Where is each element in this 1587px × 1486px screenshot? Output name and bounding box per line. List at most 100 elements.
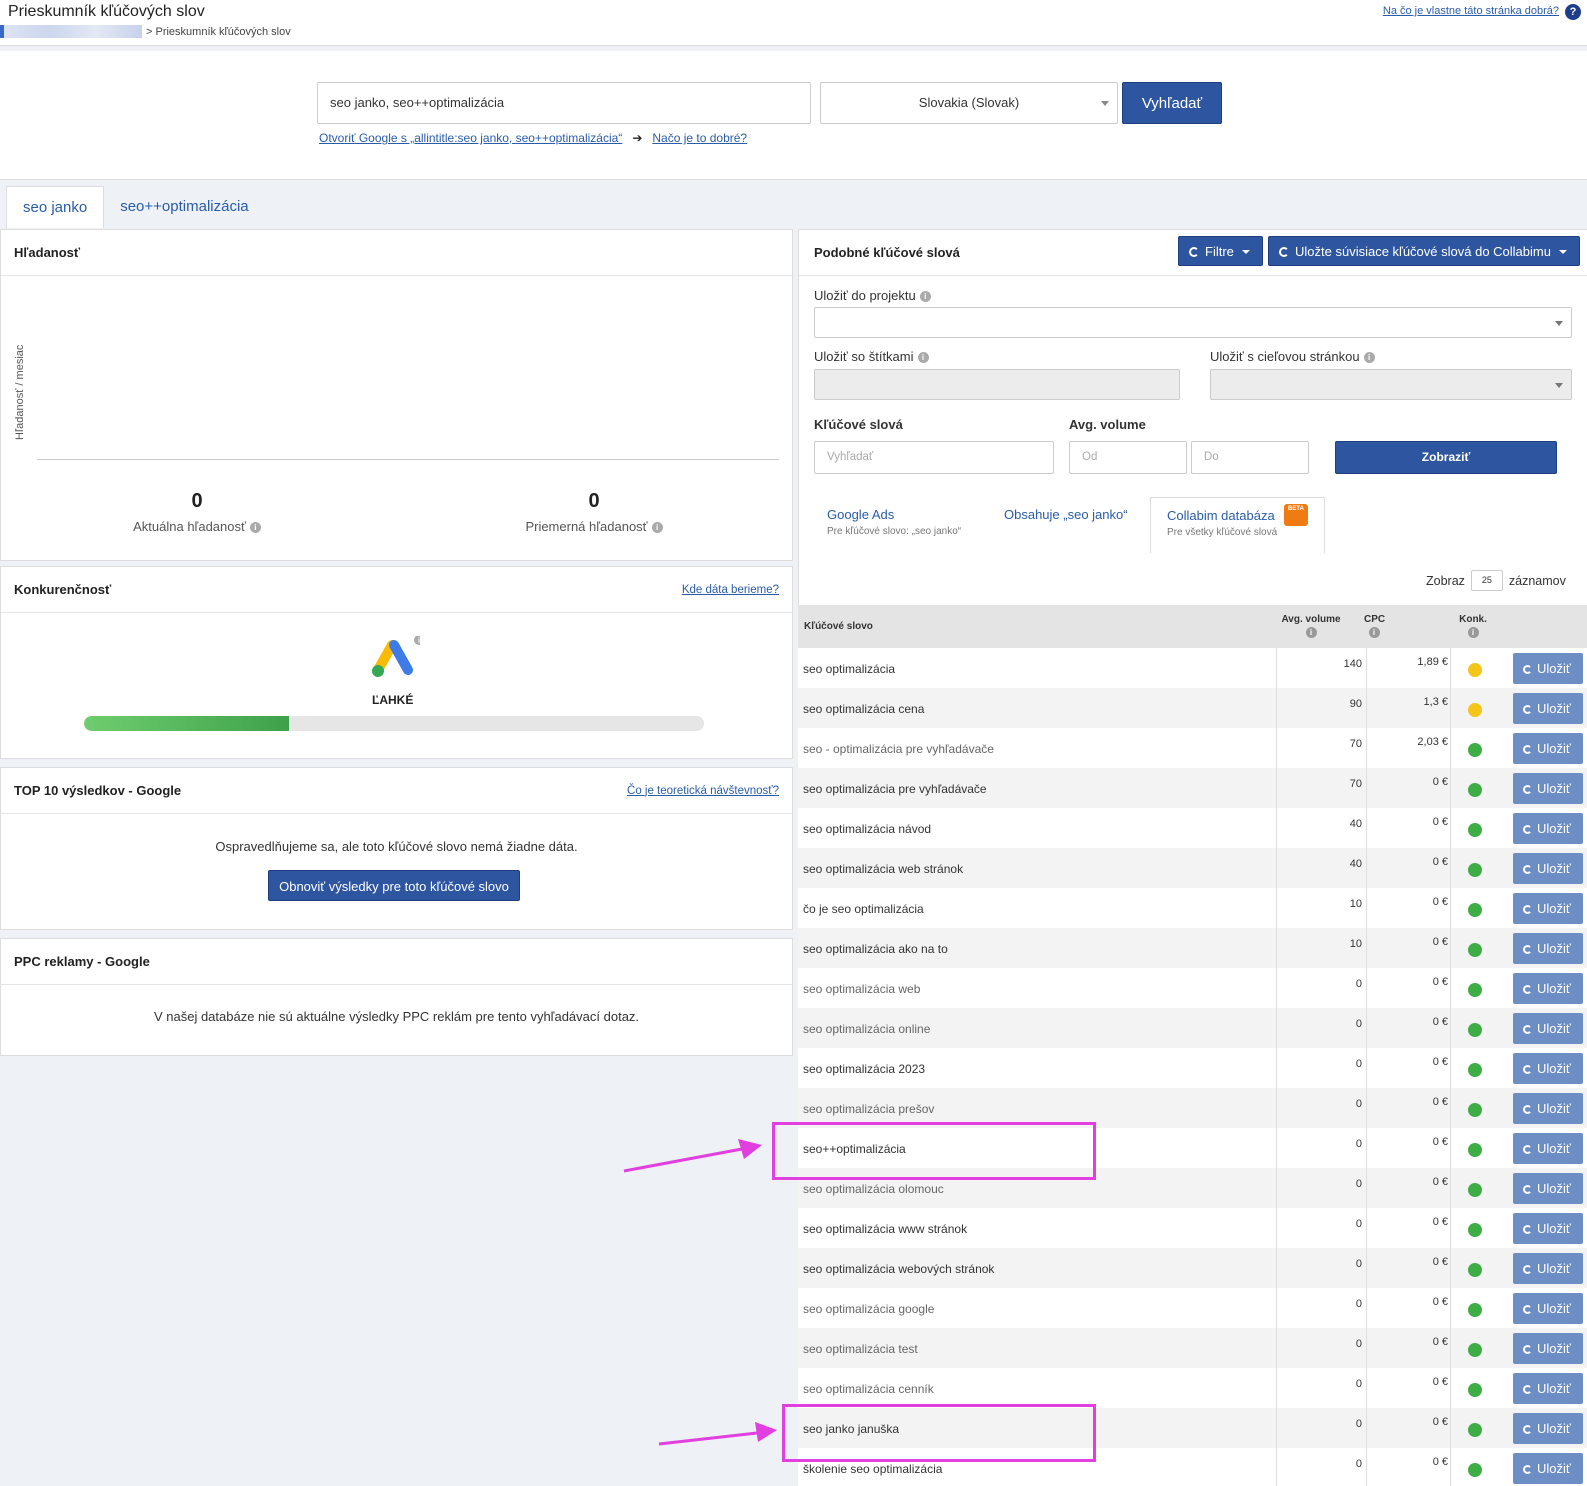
table-row: seo optimalizácia návod 40 0 € Uložiť [798,808,1587,848]
save-keyword-button[interactable]: Uložiť [1513,1453,1583,1484]
save-keyword-button[interactable]: Uložiť [1513,1013,1583,1044]
column-separator [1450,1368,1451,1408]
target-page-label: Uložiť s cieľovou stránkou i [1210,349,1375,364]
project-label-text: Uložiť do projektu [814,288,916,303]
tab-google-ads[interactable]: Google Ads Pre kľúčové slovo: „seo janko… [811,497,977,553]
volume-to-input[interactable]: Do [1191,441,1309,474]
save-keyword-button[interactable]: Uložiť [1513,973,1583,1004]
column-separator [1450,728,1451,768]
target-page-label-text: Uložiť s cieľovou stránkou [1210,349,1360,364]
target-page-select[interactable] [1210,369,1572,400]
save-keyword-button[interactable]: Uložiť [1513,853,1583,884]
breadcrumb-home-link[interactable] [0,25,142,38]
save-keyword-button[interactable]: Uložiť [1513,1293,1583,1324]
tab-google-ads-title: Google Ads [827,507,895,522]
row-keyword: seo optimalizácia test [803,1342,918,1356]
breadcrumb: > Prieskumník kľúčových slov [0,25,291,38]
traffic-info-link[interactable]: Čo je teoretická návštevnosť? [627,785,779,797]
tags-input[interactable] [814,369,1180,400]
column-separator [1366,888,1367,928]
competition-bar [84,716,704,731]
save-keyword-button[interactable]: Uložiť [1513,813,1583,844]
column-separator [1366,768,1367,808]
column-competition[interactable]: Konk. i [1458,614,1488,638]
volume-from-input[interactable]: Od [1069,441,1187,474]
tab-seo-janko[interactable]: seo janko [6,186,105,228]
keywords-filter-input[interactable]: Vyhľadať [814,441,1054,474]
row-avg-volume: 0 [1355,1018,1362,1030]
help-link[interactable]: Na čo je vlastne táto stránka dobrá? [1383,5,1559,17]
row-avg-volume: 70 [1349,778,1362,790]
column-separator [1450,1448,1451,1486]
column-separator [1450,768,1451,808]
country-select[interactable]: Slovakia (Slovak) [820,82,1118,124]
save-all-keywords-button[interactable]: Uložte súvisiace kľúčové slová do Collab… [1268,236,1580,266]
search-input[interactable]: seo janko, seo++optimalizácia [317,82,811,124]
competition-dot-icon [1468,1223,1482,1237]
save-keyword-button[interactable]: Uložiť [1513,1373,1583,1404]
page-size-input[interactable]: 25 [1470,570,1503,591]
save-keyword-button[interactable]: Uložiť [1513,1053,1583,1084]
save-keyword-label: Uložiť [1537,1341,1571,1356]
row-keyword: seo optimalizácia web stránok [803,862,964,876]
table-row: seo - optimalizácia pre vyhľadávače 70 2,0… [798,728,1587,768]
info-icon[interactable]: i [1368,627,1380,638]
save-keyword-button[interactable]: Uložiť [1513,1093,1583,1124]
open-google-link[interactable]: Otvoriť Google s „allintitle:seo janko, … [319,131,622,145]
column-cpc[interactable]: CPC i [1364,614,1385,638]
save-keyword-button[interactable]: Uložiť [1513,1413,1583,1444]
project-select[interactable] [814,307,1572,338]
row-avg-volume: 90 [1349,698,1362,710]
save-keyword-button[interactable]: Uložiť [1513,693,1583,724]
row-keyword: seo optimalizácia prešov [803,1102,935,1116]
project-label: Uložiť do projektu i [814,288,931,303]
tab-seo-optimalizacia[interactable]: seo++optimalizácia [104,186,264,228]
chevron-down-icon [1241,250,1250,254]
save-keyword-button[interactable]: Uložiť [1513,933,1583,964]
row-avg-volume: 0 [1355,1338,1362,1350]
save-keyword-button[interactable]: Uložiť [1513,1213,1583,1244]
help-icon[interactable]: ? [1565,4,1581,20]
save-keyword-button[interactable]: Uložiť [1513,1333,1583,1364]
save-keyword-button[interactable]: Uložiť [1513,1173,1583,1204]
info-icon[interactable]: i [1363,352,1375,363]
save-keyword-button[interactable]: Uložiť [1513,1133,1583,1164]
info-icon[interactable]: i [1305,627,1317,638]
save-keyword-button[interactable]: Uložiť [1513,653,1583,684]
column-avg-volume[interactable]: Avg. volume i [1276,614,1346,638]
row-cpc: 0 € [1432,1136,1448,1148]
save-keyword-label: Uložiť [1537,941,1571,956]
save-keyword-button[interactable]: Uložiť [1513,733,1583,764]
column-separator [1366,728,1367,768]
data-source-link[interactable]: Kde dáta berieme? [682,584,779,596]
row-keyword: seo optimalizácia olomouc [803,1182,944,1196]
competition-dot-icon [1468,1303,1482,1317]
row-avg-volume: 0 [1355,1098,1362,1110]
chevron-down-icon [1555,321,1563,326]
search-button[interactable]: Vyhľadať [1122,82,1222,124]
info-icon[interactable]: i [249,522,261,533]
row-cpc: 0 € [1432,1336,1448,1348]
save-keyword-button[interactable]: Uložiť [1513,1253,1583,1284]
collabim-icon [1523,865,1532,874]
info-icon[interactable]: i [1467,627,1479,638]
info-icon[interactable]: i [919,291,931,302]
breadcrumb-current: > Prieskumník kľúčových slov [146,25,291,38]
row-keyword: seo optimalizácia webových stránok [803,1262,995,1276]
tab-contains-keyword[interactable]: Obsahuje „seo janko“ [988,497,1144,553]
save-keyword-button[interactable]: Uložiť [1513,893,1583,924]
column-separator [1366,1208,1367,1248]
refresh-results-button[interactable]: Obnoviť výsledky pre toto kľúčové slovo [268,870,520,901]
filters-button[interactable]: Filtre [1178,236,1263,266]
column-separator [1450,1008,1451,1048]
why-link[interactable]: Načo je to dobré? [652,131,747,145]
info-icon[interactable]: i [917,352,929,363]
save-keyword-label: Uložiť [1537,701,1571,716]
row-cpc: 0 € [1432,1216,1448,1228]
column-keyword[interactable]: Kľúčové slovo [804,621,873,632]
tab-collabim-database[interactable]: Collabim databáza Pre všetky kľúčové slo… [1150,497,1325,553]
info-icon[interactable]: i [651,522,663,533]
show-button[interactable]: Zobraziť [1335,441,1557,474]
save-keyword-button[interactable]: Uložiť [1513,773,1583,804]
collabim-icon [1279,247,1289,257]
